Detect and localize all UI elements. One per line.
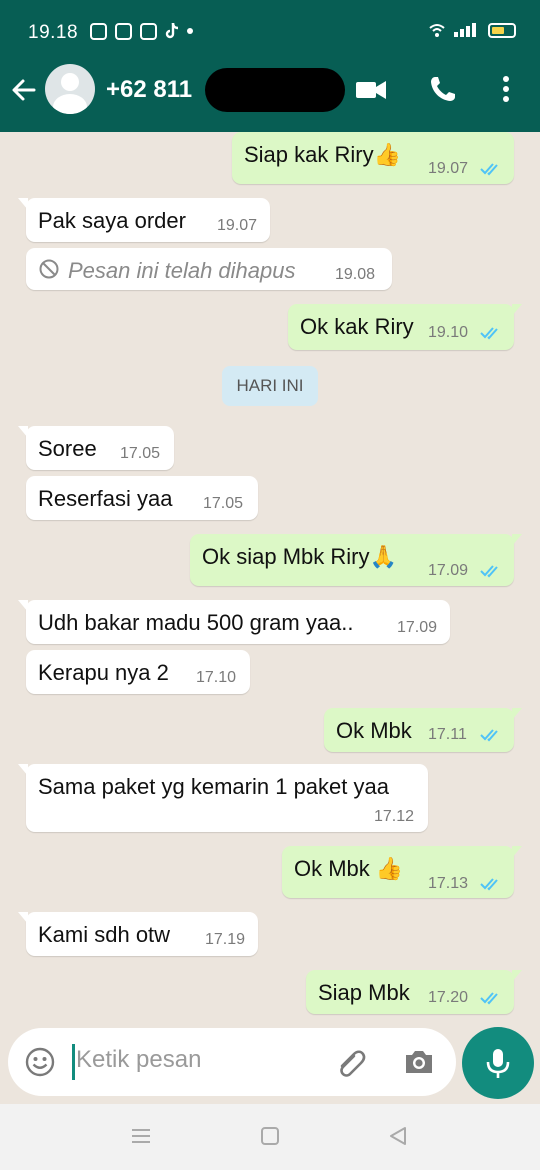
message-time: 17.12 — [374, 808, 415, 825]
mic-button[interactable] — [462, 1027, 534, 1099]
message-text: Ok Mbk 👍 — [294, 856, 404, 881]
message-time: 17.09 — [397, 619, 438, 636]
attach-icon[interactable] — [334, 1046, 370, 1078]
notification-icon — [115, 22, 132, 40]
message-outgoing[interactable]: Ok Mbk 👍 17.13 — [282, 846, 522, 898]
emoji-icon[interactable] — [24, 1046, 56, 1078]
message-time: 19.10 — [428, 324, 469, 341]
message-time: 19.08 — [335, 266, 376, 283]
message-text: Siap Mbk — [318, 980, 410, 1005]
message-text: Kami sdh otw — [38, 922, 171, 947]
read-ticks-icon — [480, 992, 498, 1005]
read-ticks-icon — [480, 729, 498, 742]
message-time: 17.05 — [120, 445, 161, 462]
status-notification-icons — [90, 22, 193, 40]
battery-icon — [488, 22, 516, 38]
message-text: Kerapu nya 2 — [38, 660, 169, 685]
message-incoming[interactable]: Udh bakar madu 500 gram yaa.. 17.09 — [18, 600, 450, 644]
recent-apps-icon[interactable] — [130, 1126, 152, 1146]
contact-name[interactable]: +62 811 — [106, 76, 192, 104]
message-outgoing[interactable]: Ok kak Riry 19.10 — [288, 304, 522, 350]
read-ticks-icon — [480, 878, 498, 891]
message-outgoing[interactable]: Siap kak Riry👍 19.07 — [232, 132, 514, 184]
message-incoming[interactable]: Kami sdh otw 17.19 — [18, 912, 258, 956]
message-outgoing[interactable]: Ok Mbk 17.11 — [324, 708, 522, 752]
video-call-icon[interactable] — [354, 74, 388, 104]
dot-icon — [187, 28, 193, 34]
message-text: Sama paket yg kemarin 1 paket yaa — [38, 774, 389, 799]
back-icon[interactable] — [10, 76, 38, 104]
chat-area[interactable]: Siap kak Riry👍 19.07 Pak saya order 19.0… — [0, 132, 540, 1028]
message-time: 17.19 — [205, 931, 246, 948]
message-incoming[interactable]: Sama paket yg kemarin 1 paket yaa 17.12 — [18, 764, 428, 832]
read-ticks-icon — [480, 163, 498, 176]
message-input[interactable]: Ketik pesan — [76, 1046, 201, 1074]
message-text: Siap kak Riry👍 — [244, 142, 401, 167]
home-icon[interactable] — [260, 1126, 280, 1146]
message-time: 17.09 — [428, 562, 469, 579]
more-vert-icon[interactable] — [498, 74, 514, 104]
message-incoming[interactable]: Soree 17.05 — [18, 426, 174, 470]
message-text: Ok kak Riry — [300, 314, 414, 339]
message-outgoing[interactable]: Siap Mbk 17.20 — [306, 970, 522, 1014]
camera-icon[interactable] — [402, 1046, 436, 1078]
message-deleted[interactable]: Pesan ini telah dihapus 19.08 — [26, 248, 392, 290]
text-cursor — [72, 1044, 75, 1080]
message-time: 17.10 — [196, 669, 237, 686]
tiktok-icon — [165, 22, 179, 39]
nav-back-icon[interactable] — [388, 1126, 408, 1146]
message-text: Udh bakar madu 500 gram yaa.. — [38, 610, 354, 635]
line-icon — [90, 22, 107, 40]
wifi-icon — [429, 24, 445, 37]
message-incoming[interactable]: Kerapu nya 2 17.10 — [26, 650, 250, 694]
app-icon — [140, 22, 157, 40]
status-bar: 19.18 — [0, 0, 540, 48]
status-time: 19.18 — [28, 22, 79, 43]
message-time: 17.13 — [428, 875, 469, 892]
system-nav-bar — [0, 1104, 540, 1170]
signal-icon — [454, 23, 480, 37]
deleted-icon — [39, 259, 59, 279]
redacted-block — [205, 68, 345, 112]
date-separator: HARI INI — [222, 366, 318, 406]
message-text: Ok siap Mbk Riry🙏 — [202, 544, 397, 569]
message-incoming[interactable]: Reserfasi yaa 17.05 — [26, 476, 258, 520]
voice-call-icon[interactable] — [428, 74, 458, 104]
read-ticks-icon — [480, 565, 498, 578]
message-text: Pak saya order — [38, 208, 186, 233]
message-time: 17.05 — [203, 495, 244, 512]
message-composer: Ketik pesan — [8, 1028, 456, 1096]
message-time: 19.07 — [217, 217, 258, 234]
mic-icon — [486, 1049, 510, 1078]
message-time: 19.07 — [428, 160, 469, 177]
message-text: Soree — [38, 436, 97, 461]
chat-header: +62 811 — [0, 48, 540, 132]
message-time: 17.11 — [428, 726, 467, 743]
avatar[interactable] — [45, 64, 95, 114]
message-outgoing[interactable]: Ok siap Mbk Riry🙏 17.09 — [190, 534, 522, 586]
read-ticks-icon — [480, 327, 498, 340]
status-system-icons — [428, 22, 516, 38]
message-incoming[interactable]: Pak saya order 19.07 — [18, 198, 270, 242]
message-text: Pesan ini telah dihapus — [68, 258, 296, 283]
message-text: Ok Mbk — [336, 718, 412, 743]
message-time: 17.20 — [428, 989, 469, 1006]
message-text: Reserfasi yaa — [38, 486, 173, 511]
